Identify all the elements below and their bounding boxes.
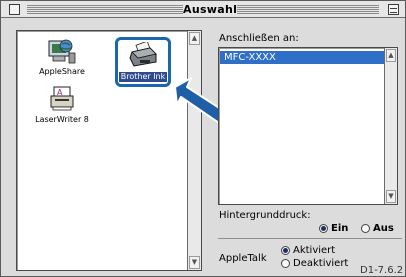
appletalk-active-radio[interactable]: Aktiviert — [281, 245, 335, 256]
background-print-label: Hintergrunddruck: — [219, 210, 311, 221]
connect-to-label: Anschließen an: — [219, 33, 299, 44]
port-list-scrollbar[interactable]: ▲ ▼ — [384, 48, 397, 204]
close-box-icon[interactable] — [9, 4, 20, 15]
device-item-laserwriter[interactable]: A LaserWriter 8 — [32, 85, 92, 125]
appleshare-icon — [47, 37, 77, 65]
background-print-on-label: Ein — [331, 223, 349, 234]
port-list[interactable]: MFC-XXXX ▲ ▼ — [218, 47, 398, 205]
radio-selected-icon — [319, 224, 328, 233]
device-list[interactable]: ▲ ▼ AppleShare A LaserWriter 8 — [16, 30, 202, 271]
appletalk-label: AppleTalk — [219, 253, 267, 264]
device-label: LaserWriter 8 — [35, 115, 89, 124]
device-label: AppleShare — [39, 67, 85, 76]
laserwriter-icon: A — [47, 85, 77, 113]
selected-device-label: Brother Ink — [118, 72, 168, 82]
background-print-on-radio[interactable]: Ein — [319, 223, 348, 234]
title-stripes — [27, 5, 183, 14]
device-list-scrollbar[interactable]: ▲ ▼ — [187, 31, 201, 270]
title-bar[interactable]: Auswahl — [1, 1, 405, 18]
background-print-off-radio[interactable]: Aus — [361, 223, 394, 234]
zoom-box-icon[interactable] — [388, 4, 399, 15]
scroll-up-arrow-icon[interactable]: ▲ — [189, 32, 200, 45]
scroll-down-arrow-icon[interactable]: ▼ — [386, 190, 396, 203]
appletalk-active-label: Aktiviert — [293, 245, 336, 256]
background-print-off-label: Aus — [373, 223, 394, 234]
chooser-window: Auswahl ▲ ▼ AppleShare A LaserWriter 8 B… — [0, 0, 406, 277]
radio-unselected-icon — [361, 224, 370, 233]
window-title: Auswahl — [183, 2, 238, 17]
device-label: Brother Ink — [113, 72, 173, 82]
printer-icon — [128, 40, 158, 70]
appletalk-inactive-radio[interactable]: Deaktiviert — [281, 258, 348, 269]
appletalk-inactive-label: Deaktiviert — [293, 258, 349, 269]
scroll-up-arrow-icon[interactable]: ▲ — [386, 49, 396, 62]
port-item-selected[interactable]: MFC-XXXX — [220, 51, 384, 64]
divider — [218, 238, 402, 239]
title-stripes — [237, 5, 379, 14]
radio-selected-icon — [281, 246, 290, 255]
radio-unselected-icon — [281, 259, 290, 268]
scroll-down-arrow-icon[interactable]: ▼ — [189, 256, 200, 269]
version-label: D1-7.6.2 — [360, 265, 404, 276]
device-item-content: Brother Ink — [113, 40, 173, 82]
device-item-appleshare[interactable]: AppleShare — [32, 37, 92, 77]
device-item-brother-ink[interactable]: Brother Ink — [115, 37, 171, 87]
